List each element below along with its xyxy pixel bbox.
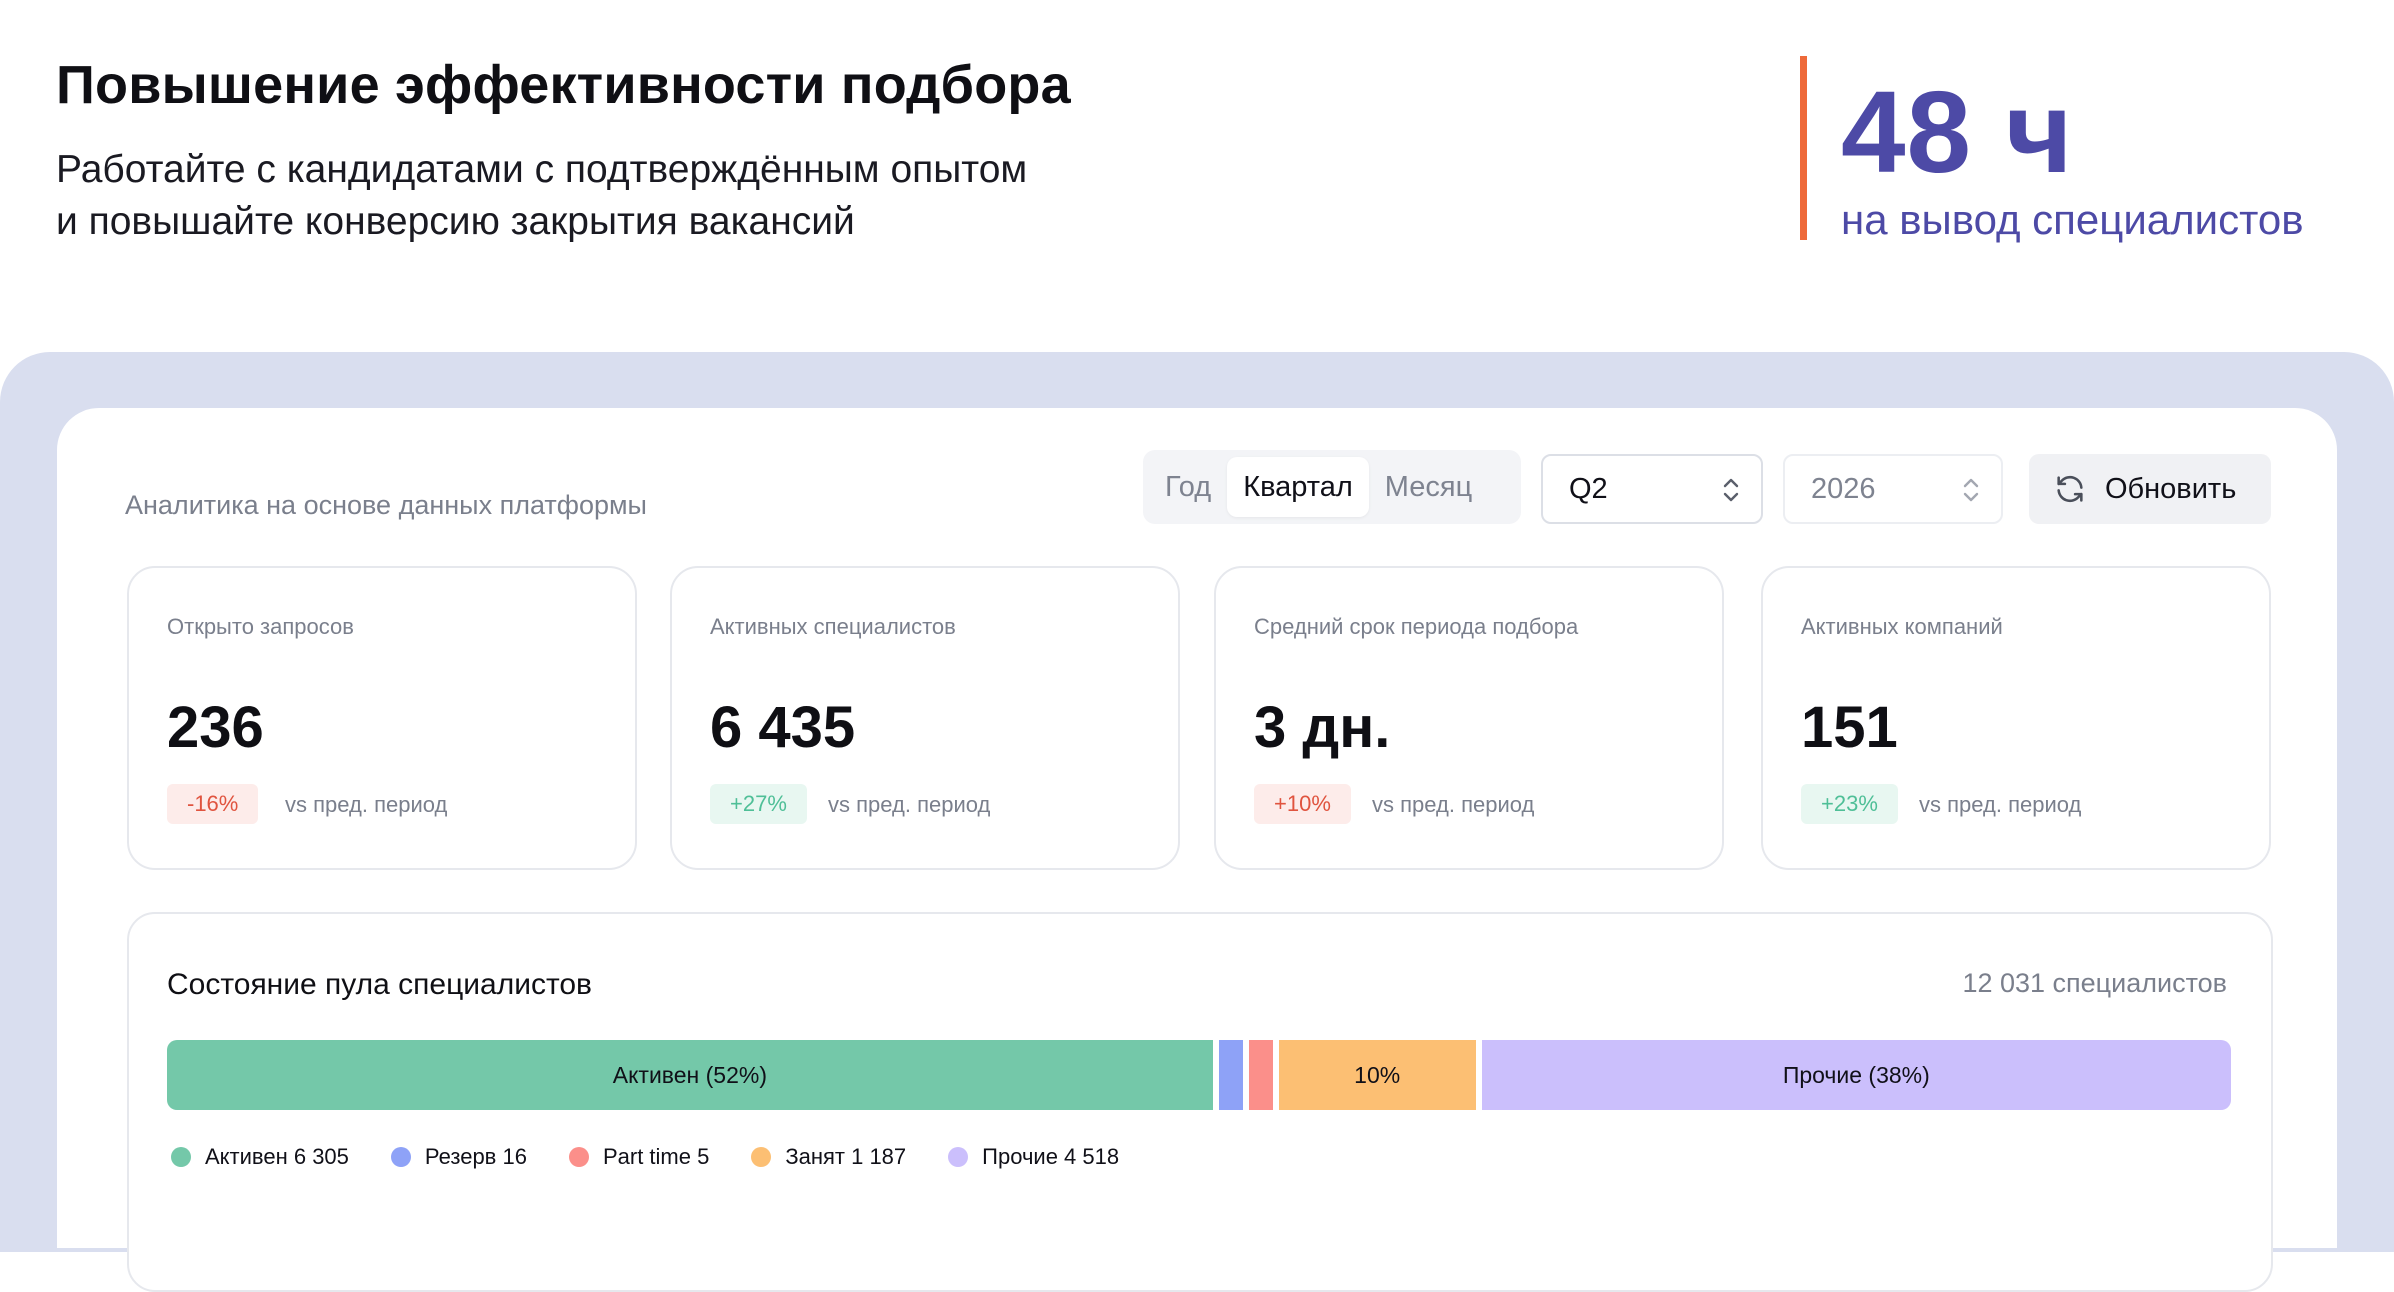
pool-bar-segment: 10% (1278, 1040, 1476, 1110)
tab-month[interactable]: Месяц (1369, 457, 1488, 517)
kpi-delta-badge: +10% (1254, 784, 1351, 824)
legend-item: Прочие 4 518 (948, 1144, 1119, 1170)
legend-dot-icon (948, 1147, 969, 1167)
kpi-value: 236 (167, 695, 264, 760)
panel-caption: Аналитика на основе данных платформы (125, 490, 647, 520)
legend-item: Part time 5 (568, 1144, 710, 1170)
pool-stacked-bar: Активен (52%) 10% Прочие (38%) (167, 1040, 2231, 1110)
legend-label: Прочие 4 518 (982, 1144, 1120, 1169)
legend-dot-icon (171, 1147, 191, 1167)
kpi-comparison-label: vs пред. период (1919, 792, 2082, 817)
legend-item: Занят 1 187 (751, 1144, 906, 1170)
pool-legend: Активен 6 305 Резерв 16 Part time 5 Занят 1… (171, 1144, 1119, 1170)
legend-dot-icon (568, 1147, 589, 1167)
analytics-panel: Аналитика на основе данных платформы Год… (57, 408, 2337, 1292)
refresh-button-label: Обновить (2105, 472, 2237, 505)
chevron-updown-icon (1963, 478, 1979, 502)
hero-section: Повышение эффективности подбора Работайт… (0, 0, 2394, 352)
hero-subtitle-line-1: Работайте с кандидатами с подтверждённым… (56, 148, 1028, 191)
kpi-card-active-specialists: Активных специалистов 6 435 +27% vs пред… (670, 566, 1180, 870)
kpi-comparison-label: vs пред. период (285, 792, 448, 817)
hero-stat: 48 ч на вывод специалистов (1800, 56, 2304, 243)
pool-title: Состояние пула специалистов (167, 968, 592, 1001)
kpi-delta-badge: +23% (1801, 784, 1898, 824)
kpi-delta-badge: -16% (167, 784, 259, 824)
kpi-comparison-label: vs пред. период (828, 792, 991, 817)
tab-quarter[interactable]: Квартал (1227, 457, 1369, 517)
year-select-value: 2026 (1811, 472, 1876, 505)
kpi-delta-badge: +27% (710, 784, 807, 824)
quarter-select-value: Q2 (1569, 472, 1608, 505)
pool-bar-segment (1248, 1040, 1273, 1110)
legend-item: Активен 6 305 (171, 1144, 349, 1170)
hero-subtitle-line-2: и повышайте конверсию закрытия вакансий (56, 200, 855, 243)
chevron-updown-icon (1723, 478, 1739, 502)
legend-label: Занят 1 187 (785, 1144, 907, 1169)
pool-bar-segment (1218, 1040, 1243, 1110)
kpi-value: 6 435 (710, 695, 856, 760)
period-segmented-control: Год Квартал Месяц (1143, 450, 1521, 524)
legend-label: Part time 5 (602, 1144, 710, 1169)
hero-title: Повышение эффективности подбора (56, 55, 1071, 115)
kpi-card-active-companies: Активных компаний 151 +23% vs пред. пери… (1761, 566, 2271, 870)
specialist-pool-card: Состояние пула специалистов 12 031 специ… (127, 912, 2273, 1292)
kpi-value: 151 (1801, 695, 1898, 760)
kpi-value: 3 дн. (1254, 695, 1391, 760)
kpi-label: Средний срок периода подбора (1254, 614, 1579, 639)
refresh-button[interactable]: Обновить (2029, 454, 2271, 524)
hero-stat-value: 48 ч (1841, 67, 2074, 197)
pool-bar-segment: Активен (52%) (167, 1040, 1213, 1110)
kpi-card-avg-hiring-time: Средний срок периода подбора 3 дн. +10% … (1214, 566, 1724, 870)
hero-subtitle: Работайте с кандидатами с подтверждённым… (56, 144, 1356, 248)
tab-year[interactable]: Год (1149, 457, 1227, 517)
legend-label: Активен 6 305 (205, 1144, 349, 1169)
legend-dot-icon (751, 1147, 772, 1167)
kpi-card-open-requests: Открыто запросов 236 -16% vs пред. перио… (127, 566, 637, 870)
refresh-icon (2057, 475, 2083, 503)
kpi-label: Открыто запросов (167, 614, 354, 639)
pool-bar-segment: Прочие (38%) (1481, 1040, 2231, 1110)
year-select[interactable]: 2026 (1783, 454, 2003, 524)
legend-item: Резерв 16 (390, 1144, 527, 1170)
legend-label: Резерв 16 (424, 1144, 527, 1169)
legend-dot-icon (390, 1147, 411, 1167)
kpi-label: Активных специалистов (710, 614, 956, 639)
kpi-comparison-label: vs пред. период (1372, 792, 1535, 817)
kpi-label: Активных компаний (1801, 614, 2003, 639)
quarter-select[interactable]: Q2 (1541, 454, 1763, 524)
hero-stat-caption: на вывод специалистов (1841, 196, 2304, 243)
pool-total: 12 031 специалистов (1962, 968, 2227, 998)
